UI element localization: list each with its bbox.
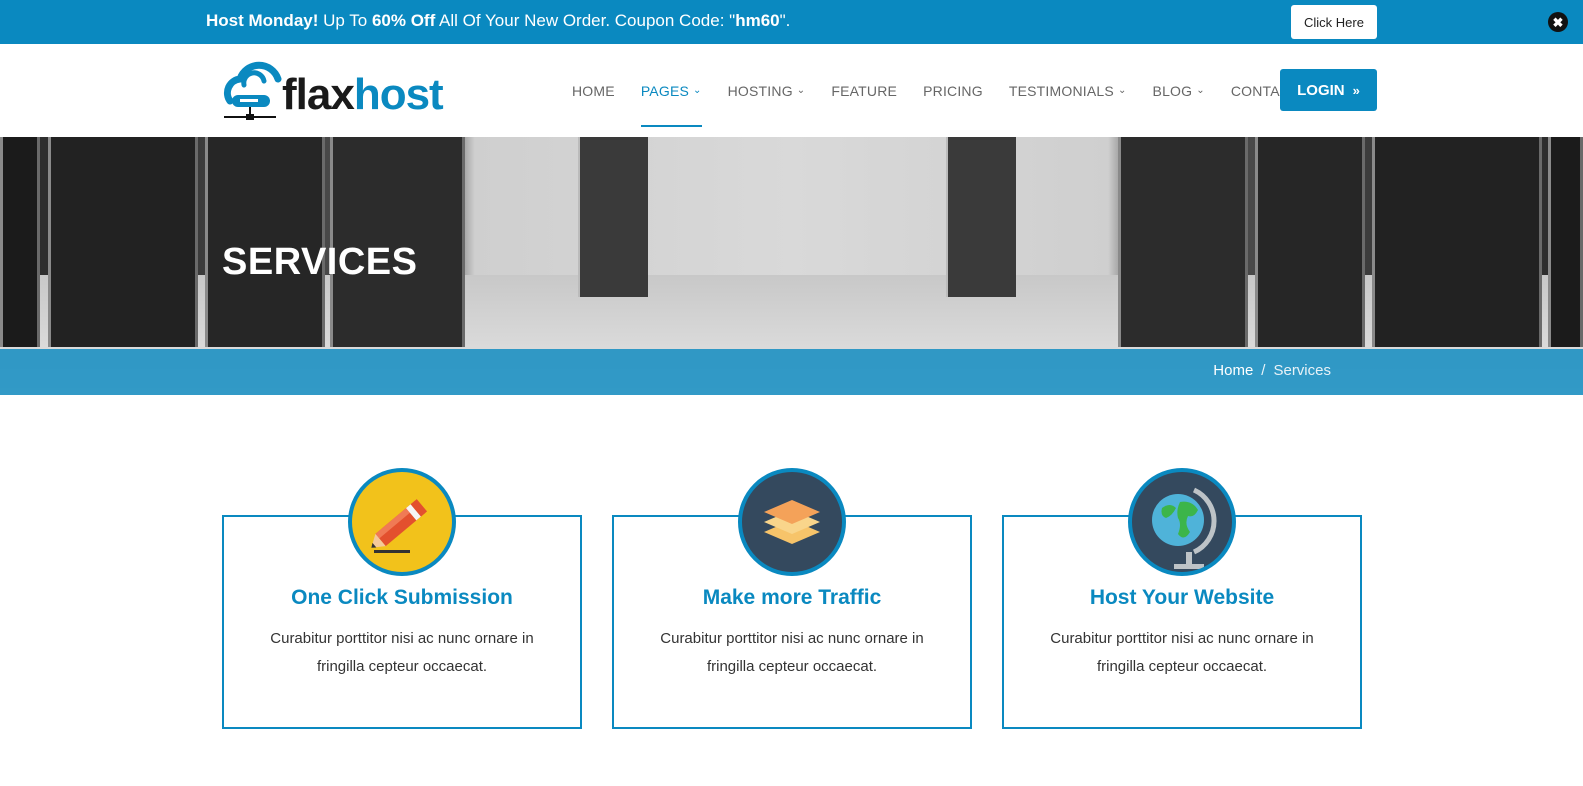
server-rack — [48, 137, 198, 347]
service-title: Host Your Website — [1089, 586, 1275, 609]
login-label: LOGIN — [1297, 81, 1345, 99]
nav-label: HOME — [572, 82, 615, 99]
breadcrumb-separator: / — [1261, 362, 1266, 379]
logo-text-host: host — [353, 70, 444, 119]
chevron-down-icon: ⌄ — [693, 85, 702, 96]
nav-label: PRICING — [923, 82, 983, 99]
main-nav: HOME PAGES ⌄ HOSTING ⌄ FEATURE PRICING TES… — [572, 44, 1325, 137]
pencil-icon — [348, 468, 456, 576]
breadcrumb-current: Services — [1273, 362, 1331, 379]
nav-label: HOSTING — [727, 82, 793, 99]
promo-bar: Host Monday! Up To 60% Off All Of Your N… — [0, 0, 1583, 44]
globe-icon — [1128, 468, 1236, 576]
chevron-down-icon: ⌄ — [796, 85, 806, 96]
page-title: SERVICES — [222, 241, 418, 283]
chevron-down-icon: ⌄ — [1196, 85, 1205, 96]
close-icon[interactable]: ✖ — [1548, 12, 1568, 32]
promo-discount: 60% Off — [371, 11, 436, 30]
nav-item-testimonials[interactable]: TESTIMONIALS ⌄ — [1009, 44, 1127, 137]
service-title: One Click Submission — [291, 586, 513, 609]
service-description: Curabitur porttitor nisi ac nunc ornare … — [1050, 630, 1314, 675]
nav-label: BLOG — [1152, 82, 1193, 99]
nav-label: TESTIMONIALS — [1008, 82, 1114, 99]
promo-text-part: All Of Your New Order. Coupon Code: " — [435, 11, 736, 30]
server-rack — [578, 137, 648, 297]
nav-label: FEATURE — [831, 82, 898, 99]
server-rack — [1548, 137, 1583, 347]
promo-text: Host Monday! Up To 60% Off All Of Your N… — [206, 10, 790, 32]
cloud-server-logo-icon — [223, 61, 282, 120]
server-rack — [0, 137, 40, 347]
site-header: flaxhost HOME PAGES ⌄ HOSTING ⌄ FEATURE PR… — [0, 44, 1583, 137]
nav-item-blog[interactable]: BLOG ⌄ — [1153, 44, 1205, 137]
breadcrumb-bar: Home / Services — [0, 349, 1583, 395]
nav-item-pages[interactable]: PAGES ⌄ — [640, 44, 702, 137]
server-rack — [946, 137, 1016, 297]
chevron-down-icon: ⌄ — [1117, 85, 1127, 96]
nav-item-hosting[interactable]: HOSTING ⌄ — [728, 44, 806, 137]
nav-item-feature[interactable]: FEATURE — [831, 44, 897, 137]
logo-wordmark: flaxhost — [282, 70, 444, 119]
nav-item-home[interactable]: HOME — [572, 44, 615, 137]
promo-text-part: ". — [779, 11, 791, 30]
nav-label: PAGES — [640, 82, 690, 99]
promo-lead: Host Monday! — [206, 11, 319, 30]
service-description: Curabitur porttitor nisi ac nunc ornare … — [270, 630, 534, 675]
breadcrumb: Home / Services — [1213, 362, 1331, 379]
server-rack — [1118, 137, 1248, 347]
double-chevron-right-icon: » — [1352, 82, 1360, 98]
nav-item-pricing[interactable]: PRICING — [923, 44, 983, 137]
breadcrumb-home-link[interactable]: Home — [1213, 362, 1253, 379]
server-rack — [1255, 137, 1365, 347]
login-button[interactable]: LOGIN » — [1280, 69, 1377, 111]
layers-icon — [738, 468, 846, 576]
hero-banner: SERVICES Home / Services — [0, 137, 1583, 395]
logo-text-flax: flax — [282, 70, 355, 119]
service-description: Curabitur porttitor nisi ac nunc ornare … — [660, 630, 924, 675]
logo[interactable]: flaxhost — [220, 57, 460, 125]
server-rack — [1372, 137, 1542, 347]
service-title: Make more Traffic — [702, 586, 882, 609]
promo-text-part: Up To — [318, 11, 372, 30]
promo-code: hm60 — [735, 11, 780, 30]
promo-click-here-button[interactable]: Click Here — [1291, 5, 1377, 39]
